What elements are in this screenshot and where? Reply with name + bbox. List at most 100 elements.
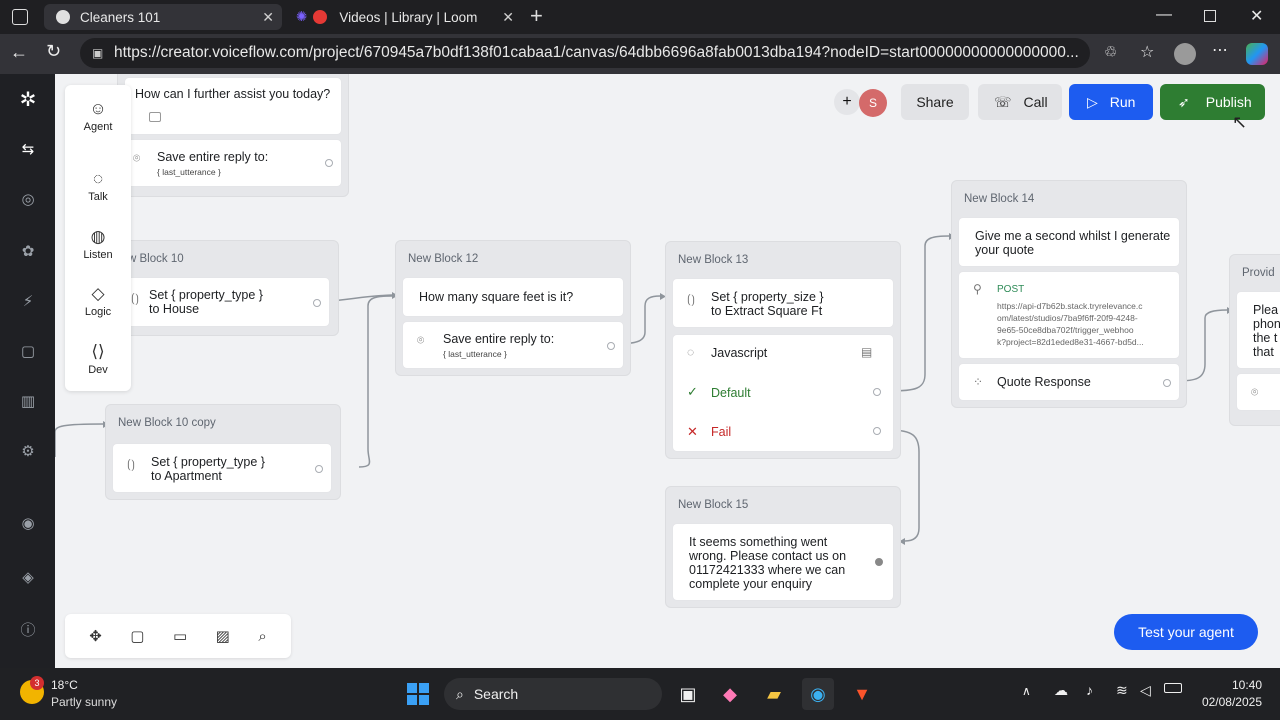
url-bar[interactable]: ▣ https://creator.voiceflow.com/project/… <box>80 38 1090 68</box>
brave-icon[interactable]: ▼ <box>846 678 878 710</box>
run-button[interactable]: ▷ Run <box>1069 84 1153 120</box>
speak-step[interactable]: It seems something went wrong. Please co… <box>672 523 894 601</box>
speak-step[interactable]: Give me a second whilst I generate your … <box>958 217 1180 267</box>
triggers-icon[interactable]: ⚡ <box>17 290 39 312</box>
api-url-line: om/latest/studios/7ba9f6ff-20f9-4248- <box>997 313 1138 323</box>
taskbar-search[interactable]: ⌕ Search <box>444 678 662 710</box>
palette-talk[interactable]: ◌ Talk <box>65 169 131 203</box>
search-icon[interactable]: ⌕ <box>258 628 266 645</box>
publish-button[interactable]: ➶ Publish <box>1160 84 1265 120</box>
set-step[interactable]: ⟮⟯ Set { property_type } to Apartment <box>112 443 332 493</box>
block-provide-partial[interactable]: Provid Plea phon the t that ⌾ <box>1229 254 1280 426</box>
output-port[interactable] <box>607 342 615 350</box>
image-icon[interactable]: ▨ <box>216 627 230 645</box>
capture-variable: { last_utterance } <box>443 349 507 359</box>
output-port[interactable] <box>1163 379 1171 387</box>
sticky-note-icon[interactable]: ▢ <box>130 627 144 645</box>
output-port[interactable] <box>315 465 323 473</box>
share-button[interactable]: Share <box>901 84 969 120</box>
integrations-icon[interactable]: ◉ <box>17 512 39 534</box>
restore-icon[interactable] <box>1204 10 1216 22</box>
flow-canvas[interactable]: How can I further assist you today? ⌾ Sa… <box>55 74 1280 668</box>
block-14[interactable]: New Block 14 Give me a second whilst I g… <box>951 180 1187 408</box>
tab-actions-icon[interactable] <box>12 9 28 25</box>
profile-avatar[interactable] <box>1174 43 1196 65</box>
comment-icon[interactable]: ▭ <box>173 627 187 645</box>
test-agent-button[interactable]: Test your agent <box>1114 614 1258 650</box>
onedrive-icon[interactable]: ☁ <box>1054 682 1068 699</box>
knowledge-icon[interactable]: ◎ <box>17 188 39 210</box>
settings-icon[interactable]: ⚙ <box>17 440 39 462</box>
analytics-icon[interactable]: ▥ <box>17 390 39 412</box>
output-port[interactable] <box>313 299 321 307</box>
clock-time[interactable]: 10:40 <box>1200 678 1262 692</box>
conversations-icon[interactable]: ▢ <box>17 340 39 362</box>
refresh-icon[interactable]: ↻ <box>46 41 61 62</box>
api-step[interactable]: ⚲ POST https://api-d7b62b.stack.tryrelev… <box>958 271 1180 359</box>
new-tab-button[interactable]: + <box>530 3 543 29</box>
copilot-app-icon[interactable]: ◆ <box>714 678 746 710</box>
block-12[interactable]: New Block 12 How many square feet is it?… <box>395 240 631 376</box>
components-icon[interactable]: ✥ <box>89 627 102 645</box>
volume-icon[interactable]: ◁ <box>1140 682 1151 699</box>
capture-step[interactable]: ⌾ Save entire reply to: { last_utterance… <box>402 321 624 369</box>
invite-plus-button[interactable]: + <box>834 89 860 115</box>
components-icon[interactable]: ✿ <box>17 240 39 262</box>
tab-cleaners[interactable]: Cleaners 101 ✕ <box>44 4 282 30</box>
speak-step[interactable]: Plea phon the t that <box>1236 291 1280 369</box>
clock-date[interactable]: 02/08/2025 <box>1196 695 1262 709</box>
tab-loom[interactable]: ✺ Videos | Library | Loom ✕ <box>284 4 522 30</box>
extensions-icon[interactable]: ♲ <box>1104 43 1117 61</box>
palette-dev[interactable]: ⟨⟩ Dev <box>65 342 131 376</box>
speak-step[interactable]: How can I further assist you today? <box>124 77 342 135</box>
capture-step[interactable]: ⌾ Save entire reply to: { last_utterance… <box>124 139 342 187</box>
text-line: Plea <box>1253 303 1279 317</box>
workflows-icon[interactable]: ⇆ <box>17 138 39 160</box>
block-10[interactable]: w Block 10 ⟮⟯ Set { property_type } to H… <box>115 240 339 336</box>
show-hidden-icons[interactable]: ∧ <box>1022 684 1031 698</box>
response-step[interactable]: ⁘ Quote Response <box>958 363 1180 401</box>
play-icon: ▷ <box>1087 93 1098 110</box>
minimize-icon[interactable]: — <box>1156 6 1172 24</box>
prompt-text: How many square feet is it? <box>419 290 574 304</box>
file-explorer-icon[interactable]: ▰ <box>758 678 790 710</box>
block-15[interactable]: New Block 15 It seems something went wro… <box>665 486 901 608</box>
info-icon[interactable]: ⓘ <box>17 618 39 640</box>
output-port[interactable] <box>325 159 333 167</box>
input-port[interactable] <box>875 558 883 566</box>
user-avatar[interactable]: S <box>859 89 887 117</box>
block-10-copy[interactable]: New Block 10 copy ⟮⟯ Set { property_type… <box>105 404 341 500</box>
fail-output-port[interactable] <box>873 427 881 435</box>
favorites-icon[interactable]: ☆ <box>1140 42 1154 62</box>
close-tab-icon[interactable]: ✕ <box>262 9 274 26</box>
wifi-icon[interactable]: ≋ <box>1116 682 1128 699</box>
close-window-icon[interactable]: ✕ <box>1250 6 1263 26</box>
palette-agent[interactable]: ☺ Agent <box>65 99 131 133</box>
start-icon[interactable] <box>402 678 434 710</box>
battery-icon[interactable] <box>1164 683 1182 693</box>
block-top[interactable]: How can I further assist you today? ⌾ Sa… <box>117 74 349 197</box>
block-13[interactable]: New Block 13 ⟮⟯ Set { property_size } to… <box>665 241 901 459</box>
set-step[interactable]: ⟮⟯ Set { property_type } to House <box>122 277 330 327</box>
call-button[interactable]: ☏ Call <box>978 84 1062 120</box>
microphone-icon[interactable]: ♪ <box>1086 682 1093 698</box>
code-editor-icon[interactable]: ▤ <box>861 345 872 359</box>
palette-logic[interactable]: ◇ Logic <box>65 284 131 318</box>
default-output-port[interactable] <box>873 388 881 396</box>
javascript-step[interactable]: ◌ Javascript ▤ ✓ Default ✕ Fail <box>672 334 894 452</box>
cube-icon[interactable]: ◈ <box>17 566 39 588</box>
default-path-label: Default <box>711 386 751 400</box>
palette-listen[interactable]: ◍ Listen <box>65 227 131 261</box>
back-icon[interactable]: ← <box>10 42 28 63</box>
more-icon[interactable]: ⋯ <box>1212 40 1228 60</box>
set-step[interactable]: ⟮⟯ Set { property_size } to Extract Squa… <box>672 278 894 328</box>
to-label: to <box>149 302 160 316</box>
text-line: that <box>1253 345 1274 359</box>
task-view-icon[interactable]: ▣ <box>672 678 704 710</box>
close-tab-icon[interactable]: ✕ <box>502 9 514 26</box>
speak-step[interactable]: How many square feet is it? <box>402 277 624 317</box>
edge-icon[interactable]: ◉ <box>802 678 834 710</box>
voiceflow-logo-icon[interactable]: ✲ <box>17 88 39 111</box>
copilot-icon[interactable] <box>1246 43 1268 65</box>
capture-step[interactable]: ⌾ <box>1236 373 1280 411</box>
